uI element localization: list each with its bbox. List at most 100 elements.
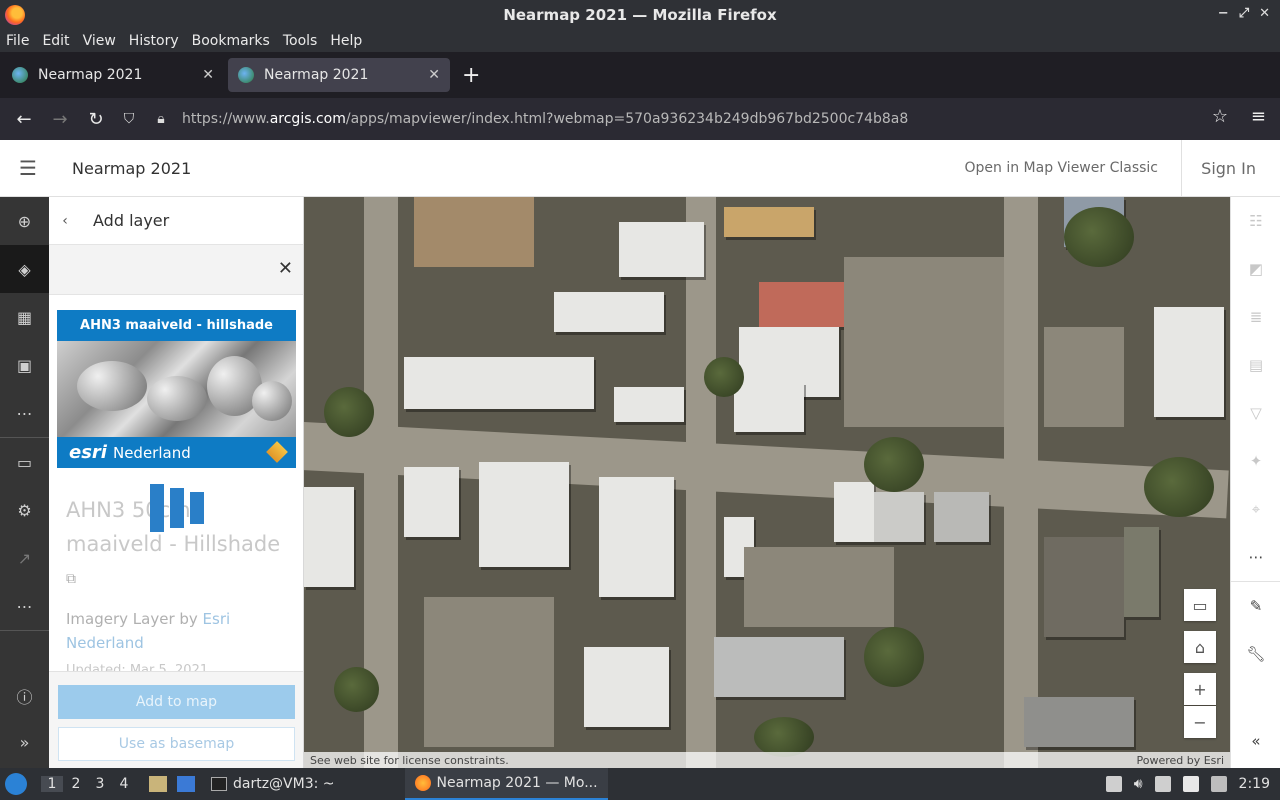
bookmark-star-icon[interactable]: ☆: [1212, 106, 1228, 127]
firefox-task-label: Nearmap 2021 — Mo...: [436, 775, 598, 791]
tab-label: Nearmap 2021: [38, 67, 143, 83]
workspace-4[interactable]: 4: [113, 776, 135, 792]
styles-icon[interactable]: ◩: [1231, 245, 1280, 293]
window-controls: − ⤢ ✕: [1218, 6, 1270, 21]
more-icon-2[interactable]: ⋯: [0, 582, 49, 630]
terminal-icon: [211, 777, 227, 791]
url-host: arcgis.com: [269, 111, 346, 127]
use-as-basemap-button[interactable]: Use as basemap: [58, 727, 295, 761]
firefox-icon: [5, 5, 25, 25]
url-bar[interactable]: ⛉ 🔒︎ https://www. arcgis.com/apps/mapview…: [118, 103, 1238, 135]
os-taskbar: 1 2 3 4 dartz@VM3: ~ Nearmap 2021 — Mo..…: [0, 768, 1280, 800]
panel-actions: Add to map Use as basemap: [49, 671, 303, 768]
menu-bookmarks[interactable]: Bookmarks: [192, 33, 270, 49]
navigation-bar: ← → ↻ ⛉ 🔒︎ https://www. arcgis.com/apps/m…: [0, 98, 1280, 140]
close-window-icon[interactable]: ✕: [1259, 6, 1270, 21]
zoom-out-button[interactable]: −: [1184, 706, 1216, 738]
funnel-icon[interactable]: ▽: [1231, 389, 1280, 437]
app-header: ☰ Nearmap 2021 Open in Map Viewer Classi…: [0, 140, 1280, 197]
map-view[interactable]: ▭ ⌂ + − See web site for license constra…: [304, 197, 1230, 768]
menu-file[interactable]: File: [6, 33, 29, 49]
hillshade-image: [57, 341, 296, 437]
browser-tab[interactable]: Nearmap 2021 ✕: [2, 58, 224, 92]
workspace-1[interactable]: 1: [41, 776, 63, 792]
reload-icon[interactable]: ↻: [78, 109, 114, 130]
legend-icon[interactable]: ▣: [0, 341, 49, 389]
firefox-task[interactable]: Nearmap 2021 — Mo...: [404, 768, 608, 800]
menu-tools[interactable]: Tools: [283, 33, 318, 49]
start-menu-icon[interactable]: [5, 773, 27, 795]
effects-icon[interactable]: ▤: [1231, 341, 1280, 389]
table-icon[interactable]: ▦: [0, 293, 49, 341]
add-to-map-button[interactable]: Add to map: [58, 685, 295, 719]
powered-by[interactable]: Powered by Esri: [1136, 754, 1224, 767]
notes-icon[interactable]: [1182, 776, 1199, 792]
configure-popups-icon[interactable]: ⌖: [1231, 485, 1280, 533]
workspace-3[interactable]: 3: [89, 776, 111, 792]
monitor-icon[interactable]: ▭: [1184, 589, 1216, 621]
tab-label: Nearmap 2021: [264, 67, 369, 83]
close-icon[interactable]: ✕: [278, 258, 293, 279]
volume-icon[interactable]: 🔊︎: [1134, 776, 1143, 792]
more-icon[interactable]: ⋯: [0, 389, 49, 437]
layer-type: Imagery Layer by: [66, 610, 203, 628]
sign-in-button[interactable]: Sign In: [1201, 159, 1256, 178]
expand-icon[interactable]: »: [0, 718, 49, 766]
folder-icon[interactable]: ▭: [0, 438, 49, 486]
file-manager-launcher[interactable]: [149, 776, 173, 792]
properties-icon[interactable]: ☷: [1231, 197, 1280, 245]
minimize-icon[interactable]: −: [1218, 6, 1229, 21]
collapse-icon[interactable]: «: [1231, 717, 1280, 765]
sketch-icon[interactable]: ✎: [1231, 582, 1280, 630]
add-layer-panel: ‹ Add layer ✕ AHN3 maaiveld - hillshade …: [49, 197, 304, 768]
detail-close-row: ✕: [49, 245, 303, 295]
close-tab-icon[interactable]: ✕: [202, 67, 214, 83]
menu-view[interactable]: View: [83, 33, 116, 49]
right-toolbar: ☷ ◩ ≣ ▤ ▽ ✦ ⌖ ⋯ ✎ 🔧︎ «: [1230, 197, 1280, 768]
forward-icon[interactable]: →: [42, 109, 78, 130]
maximize-icon[interactable]: ⤢: [1239, 6, 1249, 21]
layers-stack-icon: [266, 441, 288, 463]
new-tab-icon[interactable]: +: [462, 63, 480, 88]
menu-edit[interactable]: Edit: [42, 33, 69, 49]
app-menu-icon[interactable]: ☰: [0, 156, 56, 180]
map-title: Nearmap 2021: [72, 158, 192, 178]
external-link-icon[interactable]: ⧉: [66, 571, 76, 587]
desktop-launcher[interactable]: [177, 776, 201, 792]
sparkle-icon[interactable]: ✦: [1231, 437, 1280, 485]
terminal-task[interactable]: dartz@VM3: ~: [201, 768, 345, 800]
share-icon[interactable]: ↗: [0, 534, 49, 582]
clipboard-icon[interactable]: [1105, 776, 1122, 792]
add-layer-icon[interactable]: ⊕: [0, 197, 49, 245]
folder-icon: [149, 776, 167, 792]
display-icon[interactable]: [1210, 776, 1227, 792]
zoom-in-button[interactable]: +: [1184, 673, 1216, 705]
lock-icon[interactable]: 🔒︎: [150, 111, 172, 127]
globe-icon: [238, 67, 254, 83]
info-icon[interactable]: ⓘ: [0, 672, 49, 720]
open-classic-link[interactable]: Open in Map Viewer Classic: [964, 160, 1158, 176]
wrench-icon[interactable]: 🔧︎: [1231, 630, 1280, 678]
esri-brand: esri: [69, 442, 107, 463]
shield-icon[interactable]: ⛉: [118, 111, 140, 127]
workspace-2[interactable]: 2: [65, 776, 87, 792]
network-icon[interactable]: [1154, 776, 1171, 792]
close-tab-icon[interactable]: ✕: [428, 67, 440, 83]
settings-icon[interactable]: ⚙: [0, 486, 49, 534]
menu-history[interactable]: History: [129, 33, 179, 49]
layers-icon[interactable]: ◈: [0, 245, 49, 293]
back-icon[interactable]: ←: [6, 109, 42, 130]
panel-header: ‹ Add layer: [49, 197, 303, 245]
header-divider: [1181, 140, 1182, 197]
home-icon[interactable]: ⌂: [1184, 631, 1216, 663]
back-chevron-icon[interactable]: ‹: [49, 213, 81, 229]
clock[interactable]: 2:19: [1239, 776, 1270, 792]
browser-tab-active[interactable]: Nearmap 2021 ✕: [228, 58, 450, 92]
menu-help[interactable]: Help: [330, 33, 362, 49]
window-title: Nearmap 2021 — Mozilla Firefox: [503, 6, 777, 24]
esri-nederland-logo: esri Nederland: [57, 437, 296, 468]
filter-icon[interactable]: ≣: [1231, 293, 1280, 341]
more-options-icon[interactable]: ⋯: [1231, 533, 1280, 581]
browser-menu-icon[interactable]: ≡: [1251, 106, 1266, 127]
desktop-icon: [177, 776, 195, 792]
